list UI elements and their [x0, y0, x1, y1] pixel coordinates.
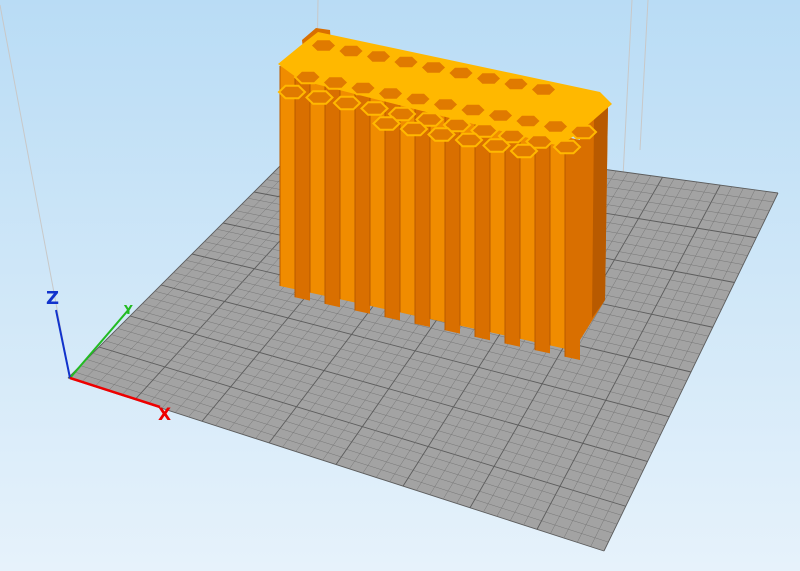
model-hex-cell — [431, 97, 460, 112]
3d-viewport[interactable]: Y Z X — [0, 0, 800, 571]
model-hex-cell — [568, 124, 598, 140]
model-hex-cell — [486, 108, 515, 123]
model-hex-cell — [336, 43, 366, 59]
model-column-face — [340, 79, 355, 303]
model-column-face — [445, 110, 460, 334]
model-column-face — [280, 66, 295, 290]
model-hex-cell — [293, 69, 323, 85]
model-hex-cell — [513, 113, 543, 129]
model-hex-cell — [446, 65, 476, 81]
model-hex-cell — [419, 60, 448, 75]
model-hex-cell — [454, 132, 484, 148]
model-hex-cell — [403, 91, 433, 107]
model-hex-cell — [391, 54, 421, 70]
model-hex-cell — [277, 84, 307, 100]
x-axis-label: X — [158, 405, 171, 425]
model-hex-cell — [372, 116, 401, 131]
model-column-face — [325, 83, 340, 308]
model-hex-cell — [364, 49, 393, 64]
z-axis-label: Z — [46, 288, 59, 309]
model-hex-cell — [552, 139, 582, 155]
model-hex-cell — [541, 119, 570, 134]
model-hex-cell — [529, 82, 558, 97]
model-hex-cell — [348, 80, 378, 96]
model-hex-cell — [376, 86, 405, 101]
model-column-face — [295, 77, 310, 301]
model-column-face — [310, 72, 325, 296]
model-hex-cell — [482, 138, 511, 153]
model-hex-cell — [458, 102, 488, 118]
y-axis-label: Y — [123, 303, 133, 317]
model-column-face — [550, 125, 565, 349]
model-hex-cell — [309, 38, 338, 53]
model-column-face — [415, 103, 430, 327]
scene-canvas[interactable]: Y Z X — [0, 0, 800, 571]
model-hex-cell — [501, 76, 531, 92]
model-hex-cell — [427, 127, 456, 142]
model-hex-cell — [332, 95, 362, 111]
model-hex-cell — [321, 75, 350, 90]
model-hex-cell — [360, 101, 389, 116]
model-hex-cell — [474, 71, 503, 86]
model-column-face — [535, 130, 550, 354]
model-hex-cell — [305, 90, 334, 105]
model-column-face — [565, 136, 580, 360]
model-hex-cell — [399, 121, 429, 137]
model-column-face — [355, 90, 370, 314]
model-hex-cell — [509, 143, 539, 159]
